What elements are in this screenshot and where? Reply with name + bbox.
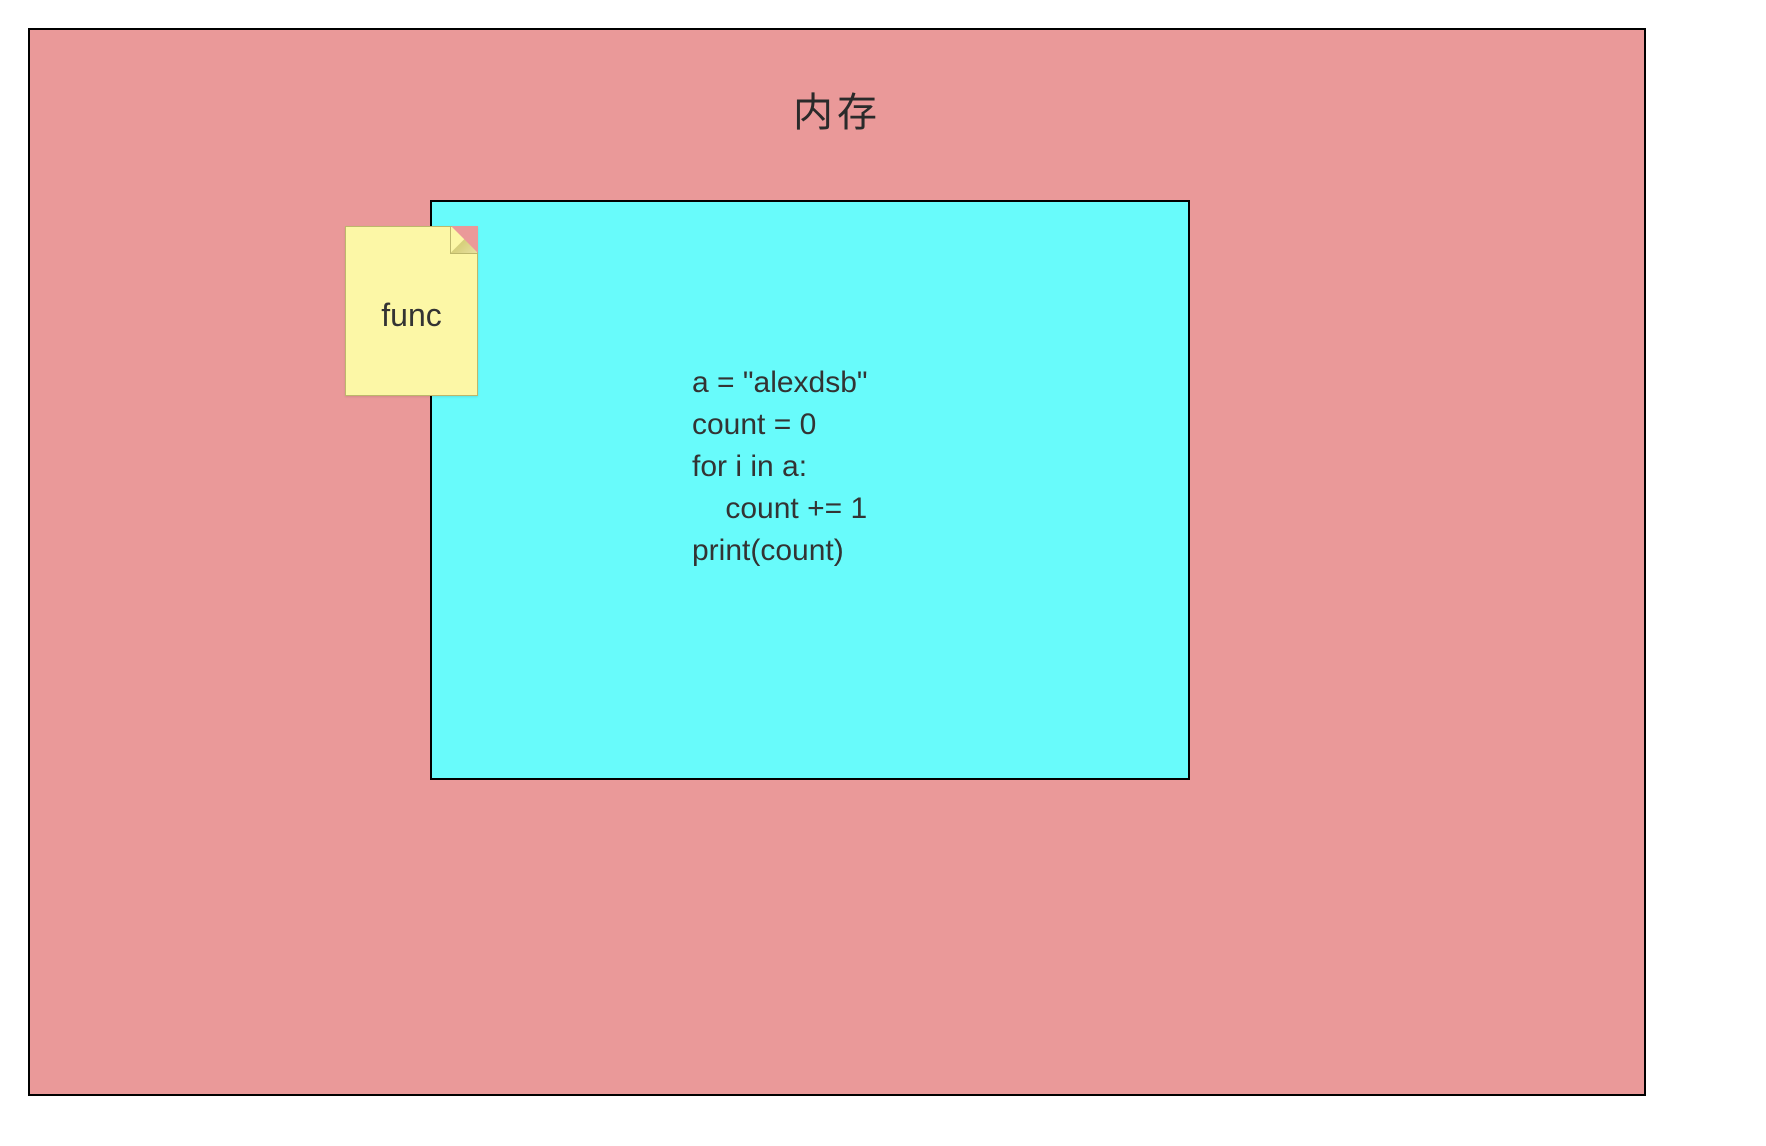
code-line-1: a = "alexdsb" xyxy=(692,366,868,399)
code-line-4: count += 1 xyxy=(692,492,867,525)
code-line-3: for i in a: xyxy=(692,450,807,483)
memory-title: 内存 xyxy=(793,80,881,138)
code-line-2: count = 0 xyxy=(692,408,816,441)
code-line-5: print(count) xyxy=(692,534,844,567)
file-label: func xyxy=(346,297,477,334)
code-snippet: a = "alexdsb" count = 0 for i in a: coun… xyxy=(692,362,868,572)
function-body-box: a = "alexdsb" count = 0 for i in a: coun… xyxy=(430,200,1190,780)
memory-container: 内存 a = "alexdsb" count = 0 for i in a: c… xyxy=(28,28,1646,1096)
file-icon: func xyxy=(345,226,478,396)
